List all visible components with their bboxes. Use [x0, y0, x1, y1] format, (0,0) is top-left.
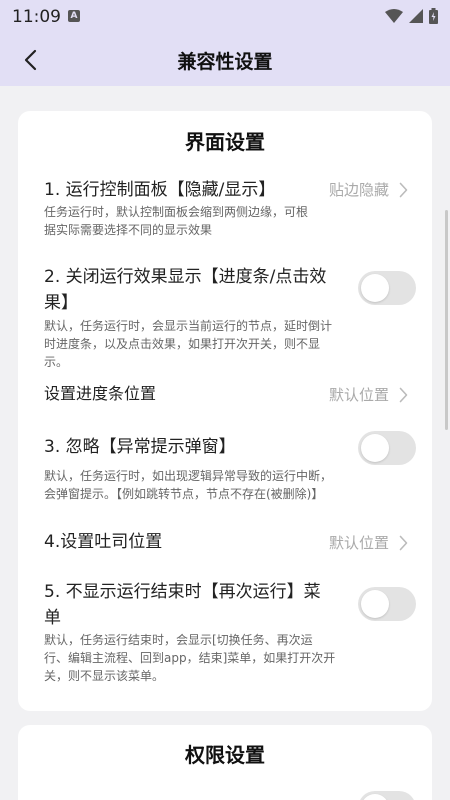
chevron-right-icon: [399, 182, 408, 197]
hide-effects-desc-line3: 示。: [44, 355, 69, 369]
progress-position-selector[interactable]: 默认位置: [329, 384, 408, 405]
status-time: 11:09: [12, 7, 61, 27]
ignore-alert-desc-line2: 会弹窗提示。【例如跳转节点，节点不存在(被删除)】: [44, 487, 324, 501]
notification-icon: A: [68, 10, 80, 22]
hide-rerun-menu-toggle[interactable]: [358, 587, 416, 621]
ui-settings-card: 界面设置 1. 运行控制面板【隐藏/显示】 贴边隐藏 任务运行时，默认控制面板会…: [18, 111, 432, 711]
status-bar: 11:09 A: [0, 0, 450, 34]
hide-rerun-menu-desc-line3: 关，则不显示该菜单。: [44, 669, 165, 683]
permission-toggle[interactable]: [358, 791, 416, 800]
control-panel-title: 1. 运行控制面板【隐藏/显示】: [44, 180, 276, 200]
ignore-alert-desc-line1: 默认，任务运行时，如出现逻辑异常导致的运行中断，: [44, 469, 333, 483]
page-title: 兼容性设置: [177, 51, 273, 73]
section-title: 权限设置: [185, 743, 265, 767]
hide-effects-title-line2: 果】: [44, 293, 78, 313]
hide-rerun-menu-title-line1: 5. 不显示运行结束时【再次运行】菜: [44, 582, 321, 602]
hide-rerun-menu-desc-line1: 默认，任务运行结束时，会显示[切换任务、再次运: [44, 633, 313, 647]
status-icons: [385, 8, 438, 24]
app-bar: 兼容性设置: [0, 34, 450, 86]
hide-effects-toggle[interactable]: [358, 271, 416, 305]
toggle-knob: [361, 434, 389, 462]
control-panel-selector[interactable]: 贴边隐藏: [329, 179, 408, 200]
progress-position-value: 默认位置: [328, 386, 389, 404]
hide-effects-desc-line1: 默认，任务运行时，会显示当前运行的节点，延时倒计: [44, 319, 333, 333]
section-title: 界面设置: [185, 130, 265, 154]
toggle-knob: [361, 274, 389, 302]
battery-icon: [429, 8, 438, 24]
toast-position-title: 4.设置吐司位置: [44, 532, 163, 552]
hide-effects-desc-line2: 时进度条，以及点击效果，如果打开次开关，则不显: [44, 337, 321, 351]
signal-icon: [409, 9, 423, 23]
hide-effects-title-line1: 2. 关闭运行效果显示【进度条/点击效: [44, 267, 327, 287]
scrollbar[interactable]: [445, 210, 448, 430]
control-panel-value: 贴边隐藏: [328, 181, 389, 199]
control-panel-desc-line1: 任务运行时，默认控制面板会缩到两侧边缘，可根: [44, 205, 309, 219]
toggle-knob: [361, 794, 389, 800]
toast-position-value: 默认位置: [328, 534, 389, 552]
ignore-alert-toggle[interactable]: [358, 431, 416, 465]
control-panel-desc-line2: 据实际需要选择不同的显示效果: [44, 223, 213, 237]
chevron-right-icon: [399, 387, 408, 402]
progress-position-title: 设置进度条位置: [44, 384, 157, 403]
toast-position-selector[interactable]: 默认位置: [329, 532, 408, 553]
ignore-alert-title: 3. 忽略【异常提示弹窗】: [44, 437, 236, 457]
permission-settings-card: 权限设置: [18, 725, 432, 800]
wifi-icon: [385, 9, 403, 23]
toggle-knob: [361, 590, 389, 618]
chevron-right-icon: [399, 535, 408, 550]
hide-rerun-menu-desc-line2: 行、编辑主流程、回到app，结束]菜单，如果打开次开: [44, 651, 336, 665]
hide-rerun-menu-title-line2: 单: [44, 608, 61, 628]
